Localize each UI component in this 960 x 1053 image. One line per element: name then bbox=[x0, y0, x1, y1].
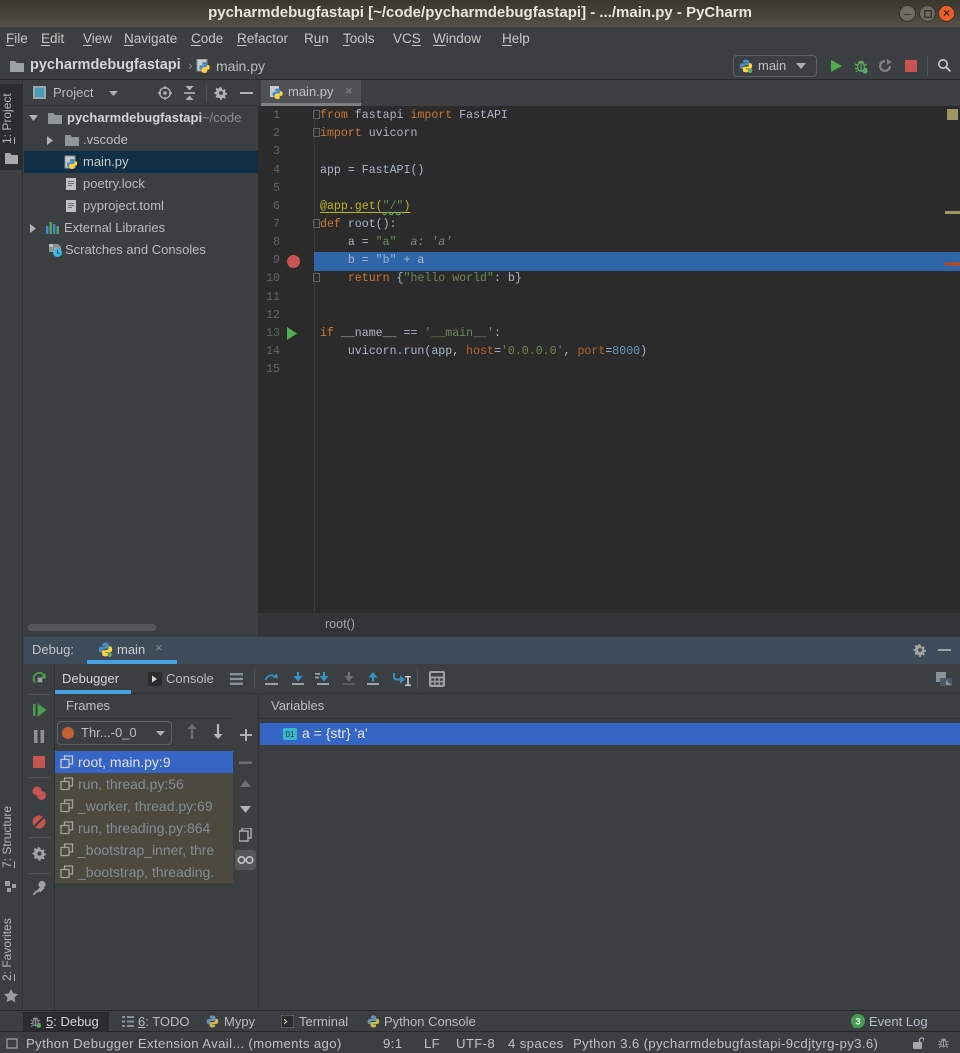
svg-text:01: 01 bbox=[286, 730, 295, 739]
svg-text:3: 3 bbox=[855, 1017, 860, 1028]
